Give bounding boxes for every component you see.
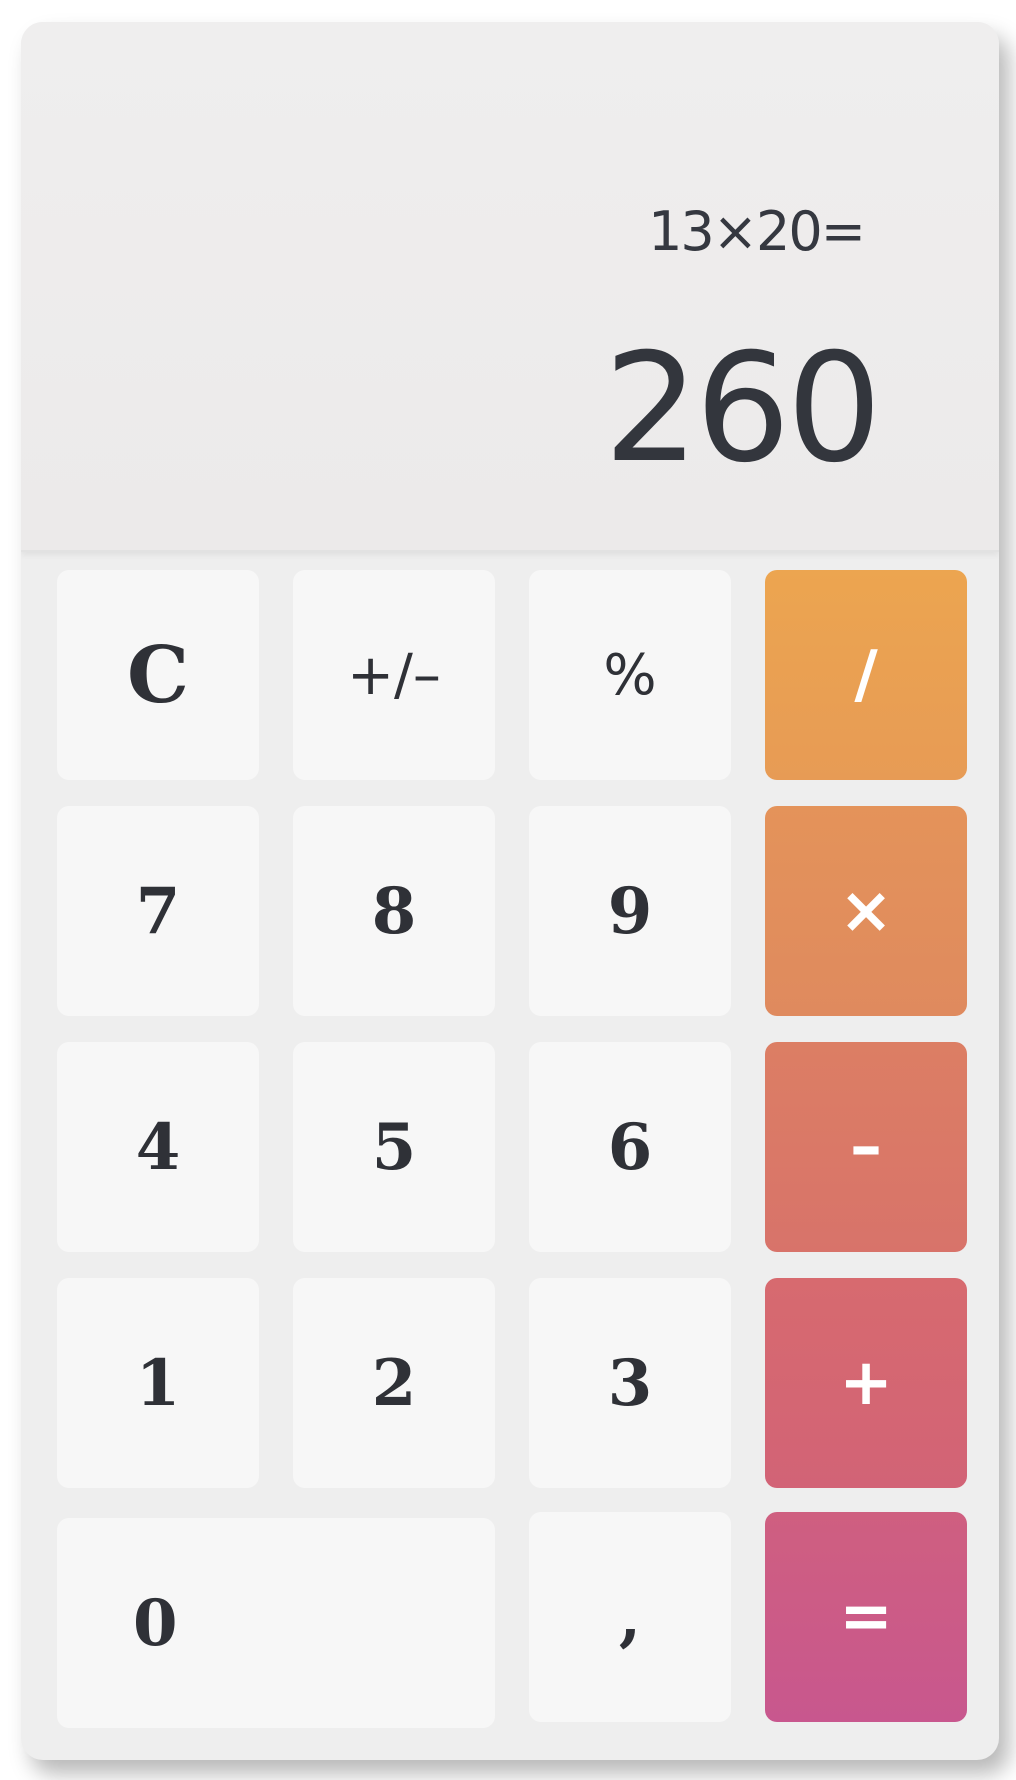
result-display: 260: [603, 322, 882, 496]
digit-8-button[interactable]: 8: [293, 806, 495, 1016]
expression-display: 13×20=: [648, 200, 866, 263]
calculator: 13×20= 260 C +/– % / 7 8 9 × 4 5 6 – 1 2…: [21, 22, 999, 1760]
add-button[interactable]: +: [765, 1278, 967, 1488]
toggle-sign-button[interactable]: +/–: [293, 570, 495, 780]
divide-button[interactable]: /: [765, 570, 967, 780]
digit-1-button[interactable]: 1: [57, 1278, 259, 1488]
decimal-button[interactable]: ,: [529, 1512, 731, 1722]
equals-button[interactable]: =: [765, 1512, 967, 1722]
display-panel: 13×20= 260: [21, 22, 999, 552]
subtract-button[interactable]: –: [765, 1042, 967, 1252]
digit-5-button[interactable]: 5: [293, 1042, 495, 1252]
digit-6-button[interactable]: 6: [529, 1042, 731, 1252]
digit-7-button[interactable]: 7: [57, 806, 259, 1016]
clear-button[interactable]: C: [57, 570, 259, 780]
digit-0-button[interactable]: 0: [57, 1518, 495, 1728]
percent-button[interactable]: %: [529, 570, 731, 780]
digit-2-button[interactable]: 2: [293, 1278, 495, 1488]
digit-9-button[interactable]: 9: [529, 806, 731, 1016]
multiply-button[interactable]: ×: [765, 806, 967, 1016]
digit-4-button[interactable]: 4: [57, 1042, 259, 1252]
digit-3-button[interactable]: 3: [529, 1278, 731, 1488]
